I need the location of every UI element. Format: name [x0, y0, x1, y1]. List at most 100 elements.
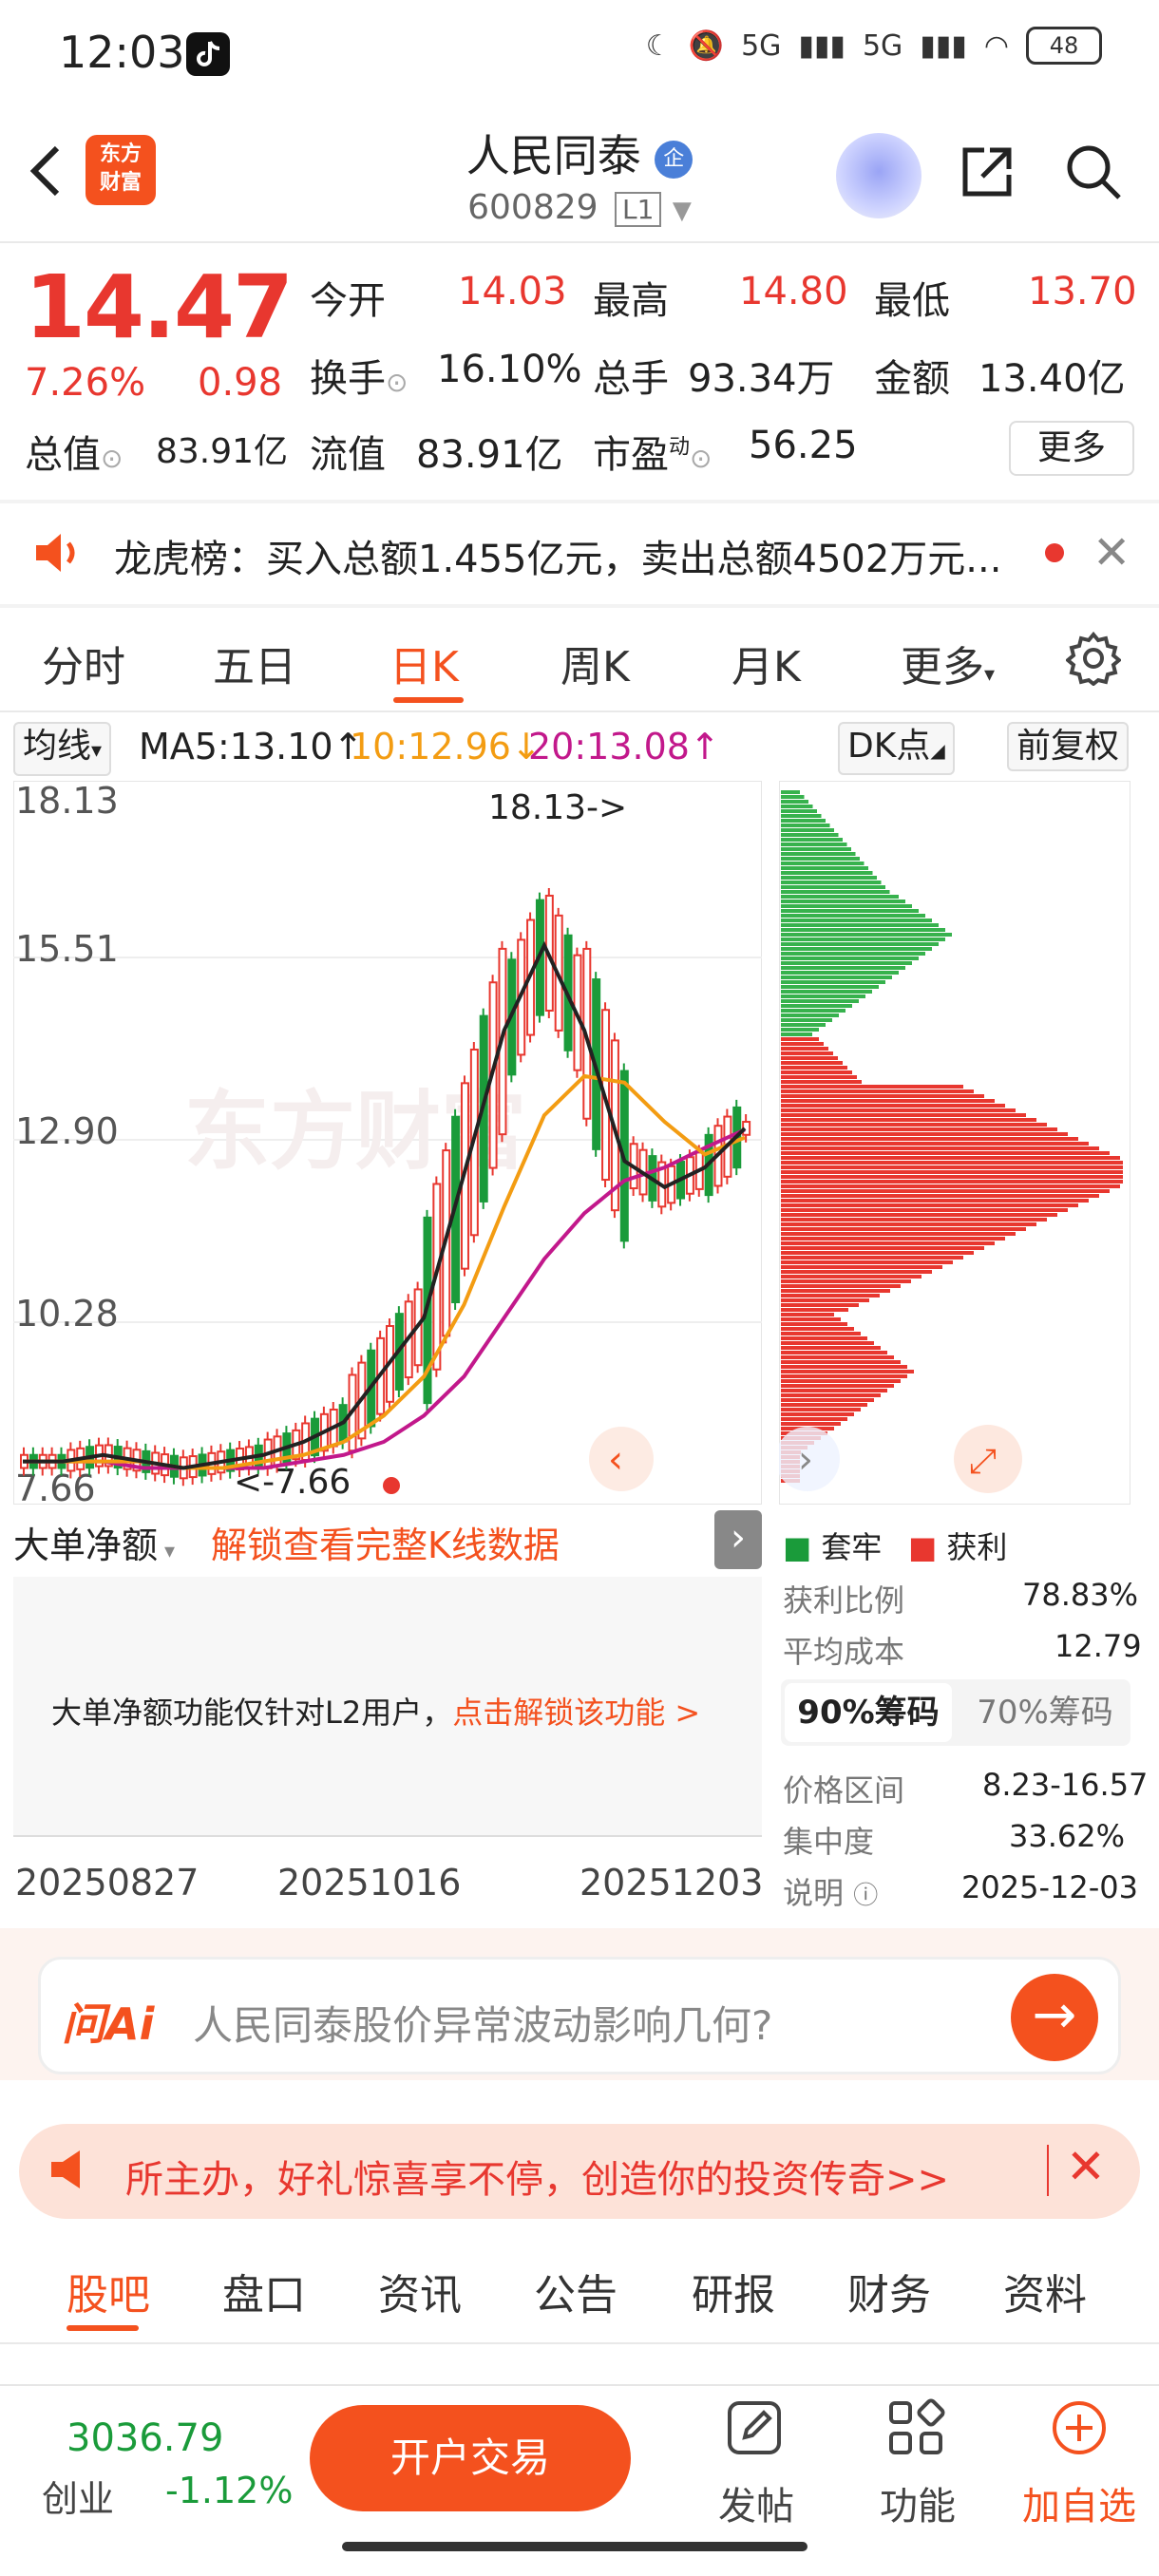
chip-bar	[781, 1218, 1047, 1222]
share-icon[interactable]	[956, 141, 1018, 203]
dk-label: DK点	[847, 727, 931, 766]
settings-gear-icon[interactable]	[1064, 631, 1123, 690]
chevron-down-icon: ▾	[984, 663, 996, 687]
tab-profile[interactable]: 资料	[1003, 2261, 1087, 2321]
home-indicator[interactable]	[342, 2542, 808, 2551]
index-value[interactable]: 3036.79	[66, 2416, 223, 2460]
dk-marker	[383, 1477, 400, 1494]
close-icon[interactable]: ✕	[1066, 2139, 1106, 2194]
tab-research[interactable]: 研报	[692, 2261, 775, 2321]
ai-submit-button[interactable]: →	[1011, 1974, 1098, 2061]
chip-bar	[781, 938, 945, 941]
note-label[interactable]: 说明 ⓘ	[783, 1869, 878, 1913]
chip-bar	[781, 871, 873, 875]
chip-bar	[781, 890, 890, 894]
chip-bar	[781, 805, 813, 808]
index-change[interactable]: -1.12%	[165, 2470, 293, 2511]
post-label[interactable]: 发帖	[718, 2475, 794, 2530]
unlock-kline-link[interactable]: 解锁查看完整K线数据	[211, 1516, 560, 1568]
chip-bar	[781, 1346, 881, 1350]
chevron-right-icon: ›	[798, 1438, 813, 1482]
turnover-label[interactable]: 换手⊙	[310, 348, 408, 403]
chip-bar	[781, 1137, 1078, 1141]
chip-bar	[781, 1336, 867, 1340]
ai-brand: 问Ai	[62, 1998, 155, 2050]
high-label: 最高	[593, 279, 669, 323]
edit-post-icon[interactable]	[724, 2397, 785, 2462]
more-quote-button[interactable]: 更多	[1009, 421, 1134, 476]
function-label[interactable]: 功能	[880, 2475, 956, 2530]
amount-value: 13.40亿	[978, 357, 1126, 401]
chip-bar	[781, 904, 912, 908]
chip-bar	[781, 790, 800, 794]
chip-bar	[781, 1270, 932, 1274]
open-value: 14.03	[458, 270, 567, 313]
chip-bar	[781, 947, 932, 951]
search-icon[interactable]	[1062, 141, 1125, 203]
chip-bar	[781, 1303, 859, 1307]
chip-bar	[781, 1037, 819, 1041]
chip-bar	[781, 843, 847, 846]
tab-daily-k[interactable]: 日K	[390, 633, 459, 693]
add-watch-label[interactable]: 加自选	[1022, 2475, 1136, 2530]
chip-bar	[781, 1417, 847, 1421]
promo-text: 所主办，好礼惊喜享不停，创造你的投资传奇>>	[125, 2158, 950, 2202]
pe-label[interactable]: 市盈动⊙	[593, 424, 712, 479]
tab-orderbook[interactable]: 盘口	[222, 2261, 306, 2321]
chip-bar	[781, 961, 912, 965]
tab-guba[interactable]: 股吧	[66, 2261, 150, 2321]
close-icon[interactable]: ✕	[1092, 530, 1130, 576]
chip-bar	[781, 838, 843, 842]
tab-intraday[interactable]: 分时	[42, 633, 125, 693]
chip-bar	[781, 1099, 995, 1103]
tab-weekly-k[interactable]: 周K	[560, 633, 630, 693]
tab-announcements[interactable]: 公告	[534, 2261, 618, 2321]
note-label-text: 说明	[783, 1875, 845, 1911]
dropdown-icon: ▼	[672, 197, 692, 225]
chip-bar	[781, 1156, 1120, 1160]
tab-chip-70[interactable]: 70%筹码	[961, 1683, 1129, 1742]
ma20-value: 20:13.08↑	[528, 726, 720, 767]
unlock-feature-link[interactable]: 点击解锁该功能 >	[452, 1695, 700, 1731]
tab-financials[interactable]: 财务	[847, 2261, 931, 2321]
adjust-selector[interactable]: 前复权	[1007, 722, 1130, 771]
chip-bar	[781, 1308, 848, 1312]
assistant-avatar[interactable]	[836, 133, 922, 218]
grid-function-icon[interactable]	[885, 2397, 946, 2462]
level-badge: L1	[615, 192, 662, 227]
price-change: 0.98	[198, 361, 283, 405]
indicator-selector[interactable]: 大单净额 ▾	[13, 1516, 175, 1568]
promo-banner[interactable]: 所主办，好礼惊喜享不停，创造你的投资传奇>> ✕	[19, 2124, 1140, 2219]
chip-distribution: › ⤢	[775, 780, 1131, 1506]
chip-bar	[781, 1412, 854, 1416]
bottom-tab-indicator	[66, 2325, 139, 2331]
tab-chip-90[interactable]: 90%筹码	[785, 1683, 952, 1742]
ma-selector[interactable]: 均线▾	[13, 722, 112, 776]
add-watch-icon[interactable]	[1049, 2397, 1110, 2462]
tab-news[interactable]: 资讯	[378, 2261, 462, 2321]
chip-bar	[781, 833, 839, 837]
legend-profit-text: 获利	[946, 1529, 1008, 1565]
open-account-trade-button[interactable]: 开户交易	[310, 2405, 631, 2511]
range-value: 8.23-16.57	[982, 1767, 1149, 1803]
chip-bar	[781, 1070, 852, 1074]
chip-bar	[781, 1013, 839, 1017]
index-name[interactable]: 创业	[42, 2470, 114, 2522]
clock: 12:03	[59, 27, 185, 78]
ai-question-box[interactable]: 问Ai 人民同泰股价异常波动影响几何?	[38, 1957, 1121, 2074]
signal-1-label: 5G	[741, 28, 782, 63]
mcap-label[interactable]: 总值⊙	[25, 424, 123, 479]
chip-bar	[781, 1023, 826, 1027]
tab-monthly-k[interactable]: 月K	[732, 633, 801, 693]
info-icon: ⓘ	[853, 1882, 879, 1910]
expand-panel-button[interactable]: ›	[714, 1510, 762, 1569]
turnover-value: 16.10%	[437, 348, 582, 391]
chip-bar	[781, 909, 919, 913]
dk-point-selector[interactable]: DK点◢	[838, 722, 955, 775]
dragon-tiger-bar[interactable]: 龙虎榜：买入总额1.455亿元，卖出总额4502万元...	[0, 502, 1159, 602]
chip-bar	[781, 1360, 901, 1364]
chip-bar	[781, 809, 817, 813]
tab-more[interactable]: 更多▾	[901, 633, 995, 693]
tab-five-day[interactable]: 五日	[213, 633, 296, 693]
kline-chart[interactable]: 东方财富 18.13 15.51 12.90 10.28 7.66 18.13-…	[12, 780, 763, 1509]
